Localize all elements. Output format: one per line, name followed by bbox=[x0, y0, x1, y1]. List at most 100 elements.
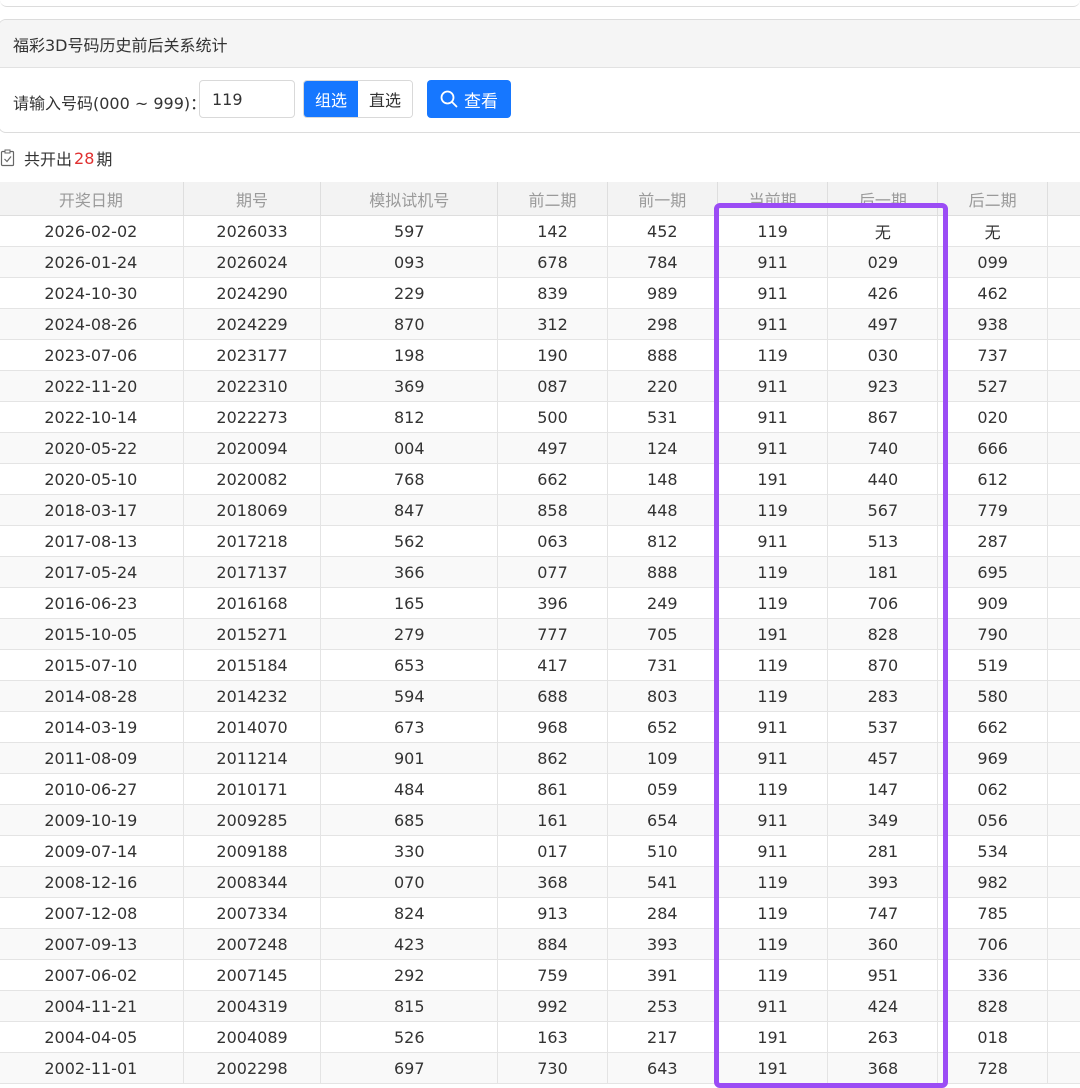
table-cell: 2016168 bbox=[182, 587, 322, 619]
table-cell-extra bbox=[1047, 370, 1080, 402]
table-cell: 2020-05-22 bbox=[0, 432, 184, 464]
table-cell: 063 bbox=[497, 525, 608, 557]
table-cell-extra bbox=[1047, 804, 1080, 836]
table-cell: 283 bbox=[827, 680, 939, 712]
table-cell: 2014232 bbox=[182, 680, 322, 712]
table-cell-extra bbox=[1047, 680, 1080, 712]
header-draw-date[interactable]: 开奖日期 bbox=[0, 182, 184, 216]
table-cell: 992 bbox=[497, 990, 608, 1022]
table-cell-extra bbox=[1047, 277, 1080, 309]
table-cell: 824 bbox=[320, 897, 499, 929]
table-cell-extra bbox=[1047, 587, 1080, 619]
table-cell: 847 bbox=[320, 494, 499, 526]
table-cell-extra bbox=[1047, 835, 1080, 867]
table-cell: 2002-11-01 bbox=[0, 1052, 184, 1084]
table-cell: 510 bbox=[606, 835, 718, 867]
table-cell: 803 bbox=[606, 680, 718, 712]
table-cell: 685 bbox=[320, 804, 499, 836]
table-cell: 2007248 bbox=[182, 928, 322, 960]
header-current[interactable]: 当前期 bbox=[716, 182, 829, 216]
table-cell: 2022273 bbox=[182, 401, 322, 433]
table-cell: 393 bbox=[606, 928, 718, 960]
table-cell: 537 bbox=[827, 711, 939, 743]
table-cell: 056 bbox=[937, 804, 1049, 836]
table-row: 2010-06-27 2010171 484 861 059 119 147 062 bbox=[0, 773, 1080, 805]
table-cell: 867 bbox=[827, 401, 939, 433]
table-cell: 839 bbox=[497, 277, 608, 309]
table-cell: 2022-11-20 bbox=[0, 370, 184, 402]
table-cell: 2007-06-02 bbox=[0, 959, 184, 991]
table-cell: 368 bbox=[497, 866, 608, 898]
clipboard-check-icon bbox=[0, 149, 15, 167]
number-input[interactable] bbox=[199, 80, 295, 118]
table-cell: 531 bbox=[606, 401, 718, 433]
search-button-label: 查看 bbox=[464, 91, 498, 112]
table-cell: 2008344 bbox=[182, 866, 322, 898]
table-cell-extra bbox=[1047, 928, 1080, 960]
table-cell: 870 bbox=[320, 308, 499, 340]
table-cell-extra bbox=[1047, 215, 1080, 247]
header-extra bbox=[1047, 182, 1080, 216]
table-cell: 281 bbox=[827, 835, 939, 867]
table-cell: 923 bbox=[827, 370, 939, 402]
table-cell: 119 bbox=[716, 494, 829, 526]
table-cell: 652 bbox=[606, 711, 718, 743]
header-issue-no[interactable]: 期号 bbox=[182, 182, 322, 216]
table-cell: 666 bbox=[937, 432, 1049, 464]
table-cell: 2014-03-19 bbox=[0, 711, 184, 743]
table-cell: 119 bbox=[716, 773, 829, 805]
header-test-number[interactable]: 模拟试机号 bbox=[320, 182, 499, 216]
table-row: 2011-08-09 2011214 901 862 109 911 457 969 bbox=[0, 742, 1080, 774]
number-input-label: 请输入号码(000 ~ 999)： bbox=[13, 94, 207, 113]
table-cell: 497 bbox=[497, 432, 608, 464]
table-cell: 119 bbox=[716, 215, 829, 247]
table-cell: 030 bbox=[827, 339, 939, 371]
table-cell: 911 bbox=[716, 711, 829, 743]
summary-count: 28 bbox=[74, 148, 95, 168]
table-cell: 161 bbox=[497, 804, 608, 836]
table-cell: 253 bbox=[606, 990, 718, 1022]
table-row: 2014-03-19 2014070 673 968 652 911 537 662 bbox=[0, 711, 1080, 743]
table-cell-extra bbox=[1047, 1021, 1080, 1053]
table-cell: 2015-10-05 bbox=[0, 618, 184, 650]
table-cell: 911 bbox=[716, 246, 829, 278]
table-cell-extra bbox=[1047, 897, 1080, 929]
table-cell: 2010-06-27 bbox=[0, 773, 184, 805]
table-cell: 777 bbox=[497, 618, 608, 650]
table-cell: 2018-03-17 bbox=[0, 494, 184, 526]
table-cell: 706 bbox=[827, 587, 939, 619]
table-cell: 728 bbox=[937, 1052, 1049, 1084]
table-cell: 220 bbox=[606, 370, 718, 402]
mode-direct-button[interactable]: 直选 bbox=[358, 81, 412, 117]
table-cell-extra bbox=[1047, 990, 1080, 1022]
table-cell: 911 bbox=[716, 742, 829, 774]
table-cell: 812 bbox=[606, 525, 718, 557]
header-next-1[interactable]: 后一期 bbox=[827, 182, 939, 216]
header-next-2[interactable]: 后二期 bbox=[937, 182, 1049, 216]
table-cell: 747 bbox=[827, 897, 939, 929]
table-cell: 969 bbox=[937, 742, 1049, 774]
table-cell: 426 bbox=[827, 277, 939, 309]
table-row: 2022-10-14 2022273 812 500 531 911 867 020 bbox=[0, 401, 1080, 433]
table-cell: 263 bbox=[827, 1021, 939, 1053]
table-cell: 2014070 bbox=[182, 711, 322, 743]
table-cell: 452 bbox=[606, 215, 718, 247]
header-prev-1[interactable]: 前一期 bbox=[606, 182, 718, 216]
table-cell: 2026024 bbox=[182, 246, 322, 278]
table-cell: 109 bbox=[606, 742, 718, 774]
table-cell: 312 bbox=[497, 308, 608, 340]
table-cell: 2007-09-13 bbox=[0, 928, 184, 960]
table-cell: 070 bbox=[320, 866, 499, 898]
table-cell: 190 bbox=[497, 339, 608, 371]
search-button[interactable]: 查看 bbox=[427, 80, 511, 118]
table-cell: 119 bbox=[716, 649, 829, 681]
table-cell: 662 bbox=[937, 711, 1049, 743]
table-row: 2004-04-05 2004089 526 163 217 191 263 018 bbox=[0, 1021, 1080, 1053]
table-row: 2022-11-20 2022310 369 087 220 911 923 527 bbox=[0, 370, 1080, 402]
table-row: 2023-07-06 2023177 198 190 888 119 030 737 bbox=[0, 339, 1080, 371]
mode-group-button[interactable]: 组选 bbox=[304, 81, 358, 117]
header-prev-2[interactable]: 前二期 bbox=[497, 182, 608, 216]
table-cell: 2015-07-10 bbox=[0, 649, 184, 681]
table-cell: 2018069 bbox=[182, 494, 322, 526]
table-cell: 004 bbox=[320, 432, 499, 464]
